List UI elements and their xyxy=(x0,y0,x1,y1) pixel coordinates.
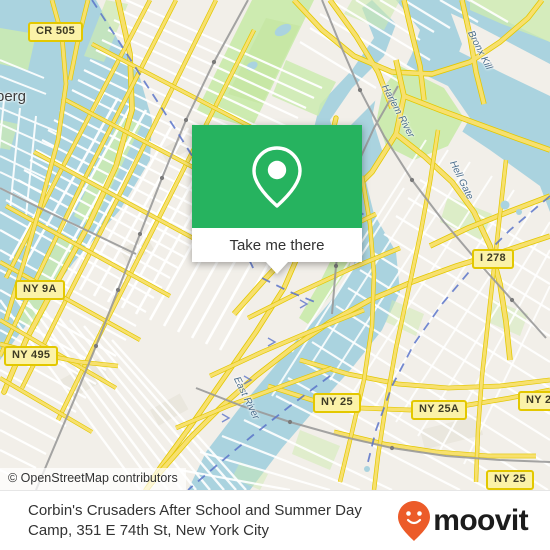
moovit-wordmark: moovit xyxy=(433,503,528,537)
popup-header xyxy=(192,125,362,228)
map-pin-icon xyxy=(252,145,302,208)
place-label-berg: berg xyxy=(0,88,27,105)
osm-attribution[interactable]: © OpenStreetMap contributors xyxy=(0,468,186,490)
highway-shield-i-278[interactable]: I 278 xyxy=(472,249,514,269)
highway-shield-ny-25a[interactable]: NY 25A xyxy=(411,400,468,420)
caption-bar: Corbin's Crusaders After School and Summ… xyxy=(0,490,550,550)
highway-shield-cr-505[interactable]: CR 505 xyxy=(28,22,84,42)
popup-pointer-tail xyxy=(266,262,288,274)
moovit-smiley-pin-icon xyxy=(398,500,431,541)
location-title: Corbin's Crusaders After School and Summ… xyxy=(28,501,362,539)
take-me-there-label: Take me there xyxy=(229,236,325,254)
moovit-brand[interactable]: moovit xyxy=(397,500,550,542)
highway-shield-ny-25-east[interactable]: NY 25 xyxy=(518,391,550,411)
highway-shield-ny-495[interactable]: NY 495 xyxy=(4,346,59,366)
highway-shield-ny-25-south[interactable]: NY 25 xyxy=(486,470,534,490)
popup-action-bar[interactable]: Take me there xyxy=(192,228,362,262)
highway-shield-ny-9a[interactable]: NY 9A xyxy=(15,280,65,300)
highway-shield-ny-25-west[interactable]: NY 25 xyxy=(313,393,361,413)
map-viewport[interactable]: Harlem River Bronx Kill Hell Gate East R… xyxy=(0,0,550,490)
map-screenshot: Harlem River Bronx Kill Hell Gate East R… xyxy=(0,0,550,550)
location-popup-card[interactable]: Take me there xyxy=(192,125,362,274)
